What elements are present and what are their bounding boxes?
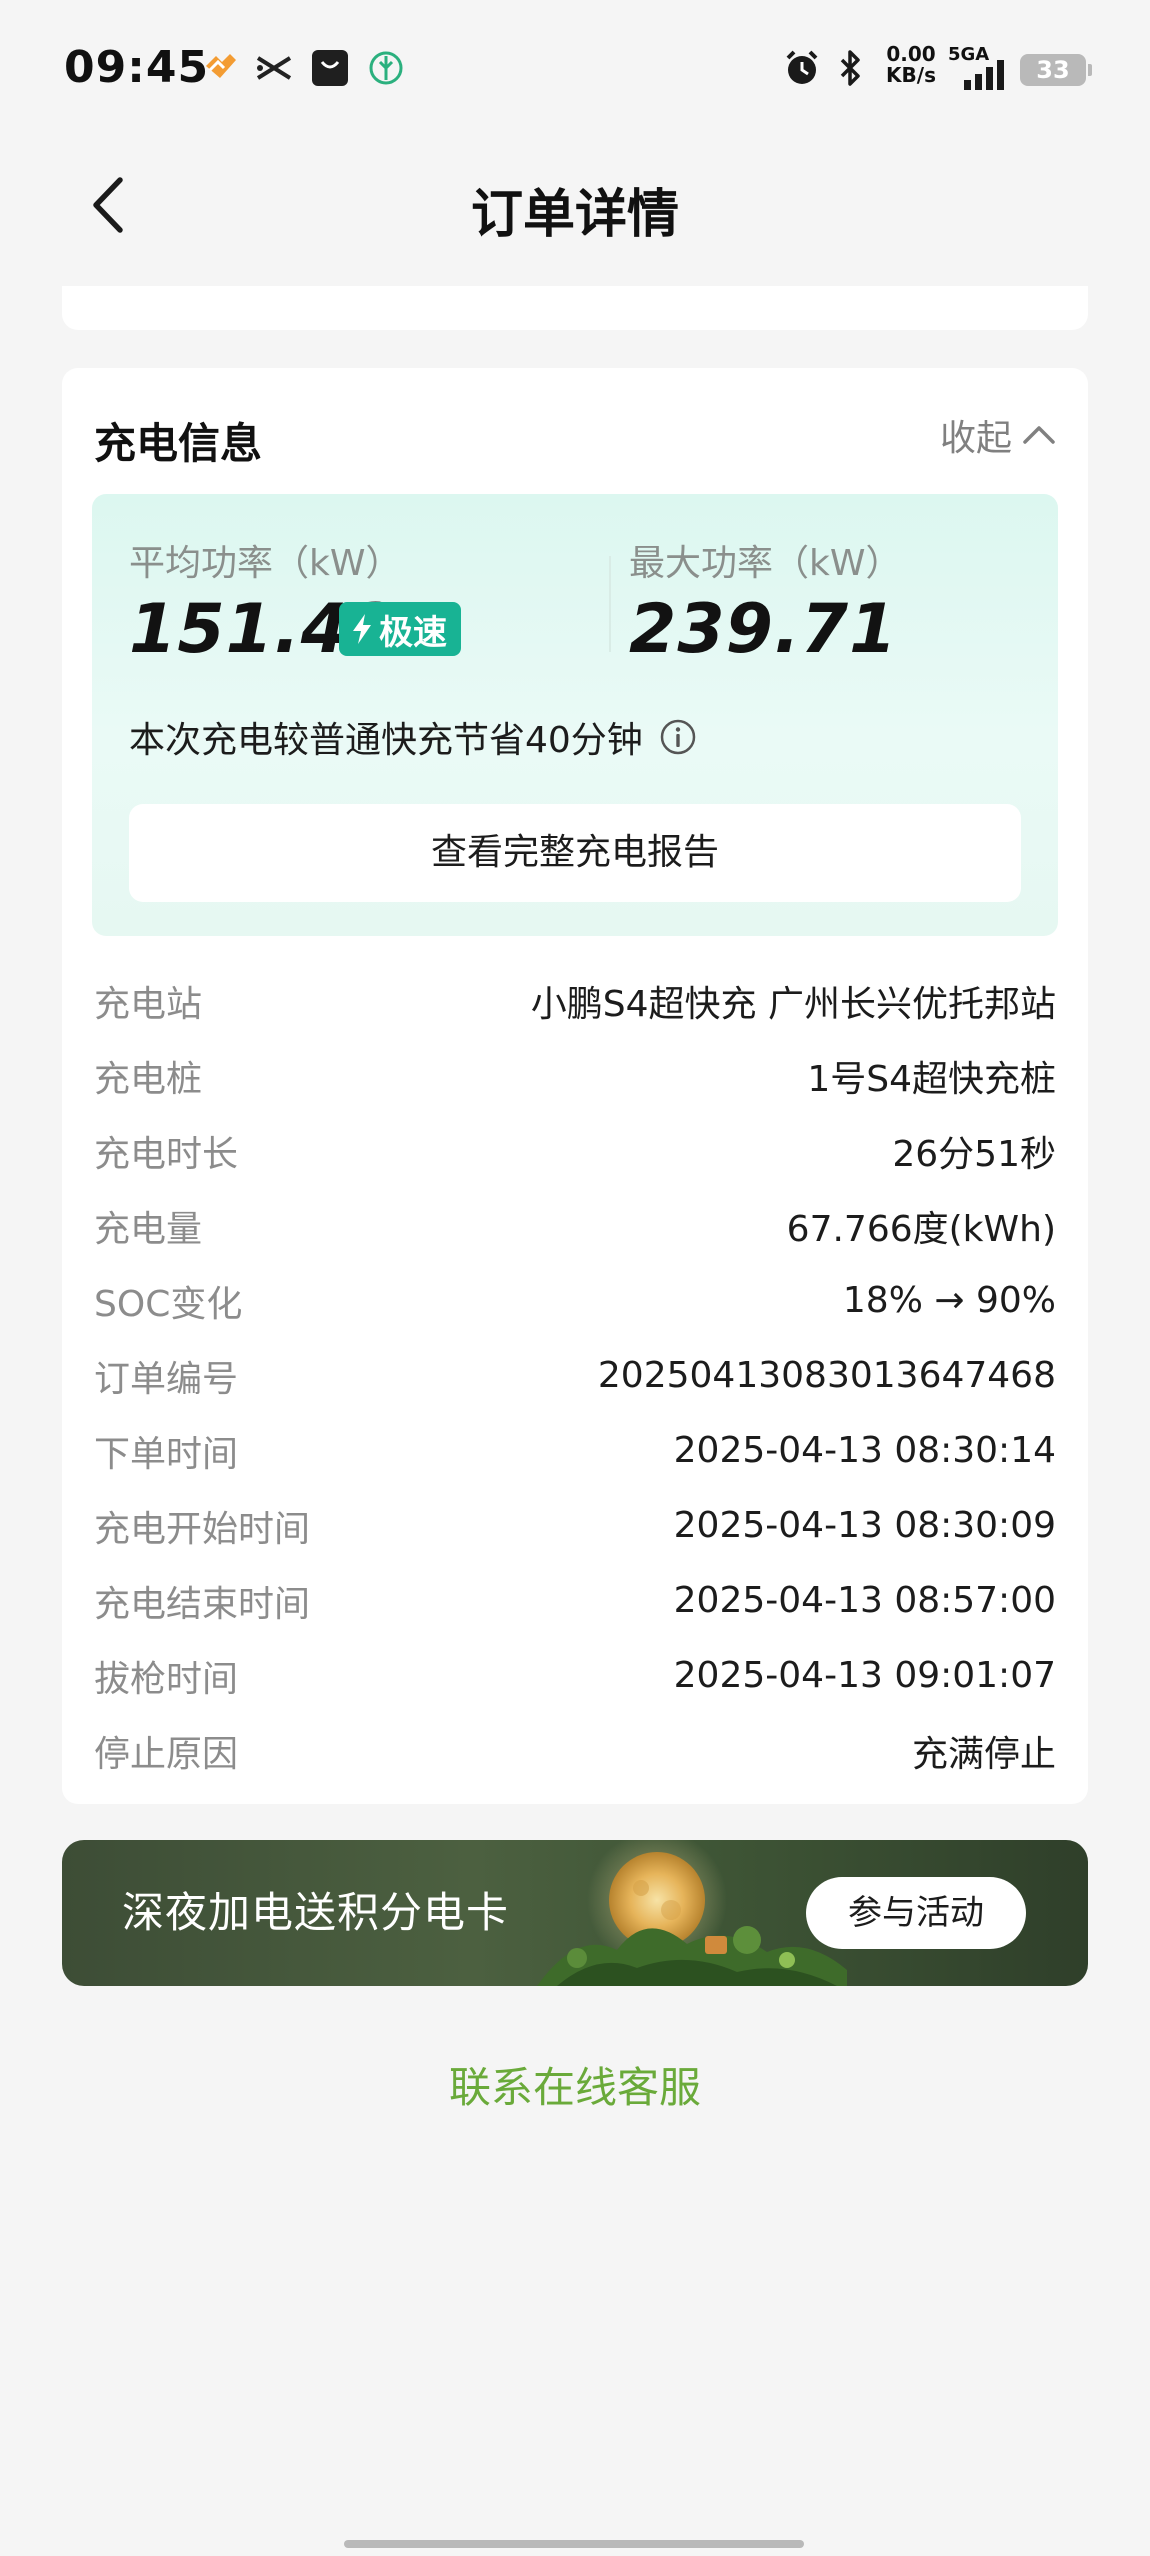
detail-value: 充满停止 (911, 1733, 1056, 1775)
page-title: 订单详情 (470, 185, 679, 245)
online-service-link[interactable]: 联系在线客服 (0, 2054, 1150, 2115)
detail-row-unplug-time: 拔枪时间 2025-04-13 09:01:07 (94, 1638, 1056, 1713)
power-summary-panel: 平均功率（kW） 151.43 极速 最大功率（kW） 239.71 本次充电较… (92, 494, 1058, 936)
network-speed: 0.00 KB/s (882, 44, 940, 86)
status-bar: 09:45 0.00 KB/s 5GA 33 (0, 0, 1150, 135)
detail-row-duration: 充电时长 26分51秒 (94, 1113, 1056, 1188)
network-speed-text: 0.00 KB/s (886, 42, 936, 87)
max-power-label: 最大功率（kW） (629, 543, 902, 584)
promo-text: 深夜加电送积分电卡 (122, 1888, 510, 1937)
previous-card-bottom (62, 286, 1088, 330)
bluetooth-icon (830, 48, 870, 88)
detail-label: 充电量 (94, 1208, 203, 1250)
detail-value: 18% → 90% (842, 1280, 1056, 1321)
detail-label: 充电开始时间 (94, 1508, 311, 1550)
detail-label: 充电站 (94, 983, 203, 1025)
detail-value: 2025-04-13 08:57:00 (673, 1580, 1056, 1621)
promo-banner[interactable]: 深夜加电送积分电卡 参与活动 (62, 1840, 1088, 1986)
detail-row-stop-reason: 停止原因 充满停止 (94, 1713, 1056, 1788)
detail-value: 67.766度(kWh) (786, 1208, 1056, 1250)
detail-label: 充电桩 (94, 1058, 203, 1100)
time-saving-note: 本次充电较普通快充节省40分钟 (129, 712, 697, 762)
speed-badge: 极速 (339, 602, 461, 656)
charging-app-icon (366, 48, 406, 88)
detail-row-start-time: 充电开始时间 2025-04-13 08:30:09 (94, 1488, 1056, 1563)
info-icon[interactable] (659, 718, 697, 756)
detail-label: 下单时间 (94, 1433, 239, 1475)
time-saving-text: 本次充电较普通快充节省40分钟 (129, 720, 643, 761)
max-power-value: 239.71 (629, 590, 898, 669)
battery-level: 33 (1036, 56, 1070, 84)
charging-info-title: 充电信息 (94, 419, 263, 468)
collapse-label: 收起 (939, 418, 1012, 459)
detail-label: SOC变化 (94, 1283, 243, 1325)
avg-power-label: 平均功率（kW） (129, 543, 402, 584)
app-logo-icon (200, 48, 240, 88)
detail-value: 小鹏S4超快充 广州长兴优托邦站 (530, 983, 1056, 1025)
home-indicator[interactable] (344, 2540, 804, 2548)
detail-value: 20250413083013647468 (597, 1355, 1056, 1396)
join-activity-button[interactable]: 参与活动 (806, 1877, 1026, 1949)
detail-label: 拔枪时间 (94, 1658, 239, 1700)
detail-label: 停止原因 (94, 1733, 239, 1775)
detail-value: 2025-04-13 08:30:09 (673, 1505, 1056, 1546)
order-detail-page: 09:45 0.00 KB/s 5GA 33 订单详情 充电信息 收起 平均功率… (0, 0, 1150, 2556)
chevron-up-icon (1023, 426, 1055, 444)
detail-row-order-time: 下单时间 2025-04-13 08:30:14 (94, 1413, 1056, 1488)
detail-row-order-number: 订单编号 20250413083013647468 (94, 1338, 1056, 1413)
collapse-button[interactable]: 收起 (939, 412, 1056, 459)
scissors-icon (254, 48, 294, 88)
detail-list: 充电站 小鹏S4超快充 广州长兴优托邦站 充电桩 1号S4超快充桩 充电时长 2… (94, 963, 1056, 1788)
metric-divider (609, 556, 611, 652)
detail-value: 1号S4超快充桩 (807, 1058, 1056, 1100)
alarm-icon (782, 48, 822, 88)
detail-row-station: 充电站 小鹏S4超快充 广州长兴优托邦站 (94, 963, 1056, 1038)
battery-icon: 33 (1020, 54, 1092, 86)
detail-label: 订单编号 (94, 1358, 239, 1400)
detail-row-energy: 充电量 67.766度(kWh) (94, 1188, 1056, 1263)
signal-icon (962, 58, 1010, 90)
shopping-bag-icon (310, 48, 350, 88)
promo-moon-illustration (537, 1840, 847, 1986)
charging-info-card: 充电信息 收起 平均功率（kW） 151.43 极速 最大功率（kW） 239.… (62, 368, 1088, 1804)
lightning-icon (353, 614, 371, 644)
view-report-button[interactable]: 查看完整充电报告 (129, 804, 1021, 902)
speed-badge-label: 极速 (379, 612, 447, 653)
detail-label: 充电结束时间 (94, 1583, 311, 1625)
detail-row-soc: SOC变化 18% → 90% (94, 1263, 1056, 1338)
detail-value: 2025-04-13 09:01:07 (673, 1655, 1056, 1696)
detail-value: 2025-04-13 08:30:14 (673, 1430, 1056, 1471)
detail-label: 充电时长 (94, 1133, 239, 1175)
detail-row-end-time: 充电结束时间 2025-04-13 08:57:00 (94, 1563, 1056, 1638)
detail-row-pile: 充电桩 1号S4超快充桩 (94, 1038, 1056, 1113)
status-time: 09:45 (64, 42, 210, 93)
detail-value: 26分51秒 (892, 1133, 1056, 1175)
